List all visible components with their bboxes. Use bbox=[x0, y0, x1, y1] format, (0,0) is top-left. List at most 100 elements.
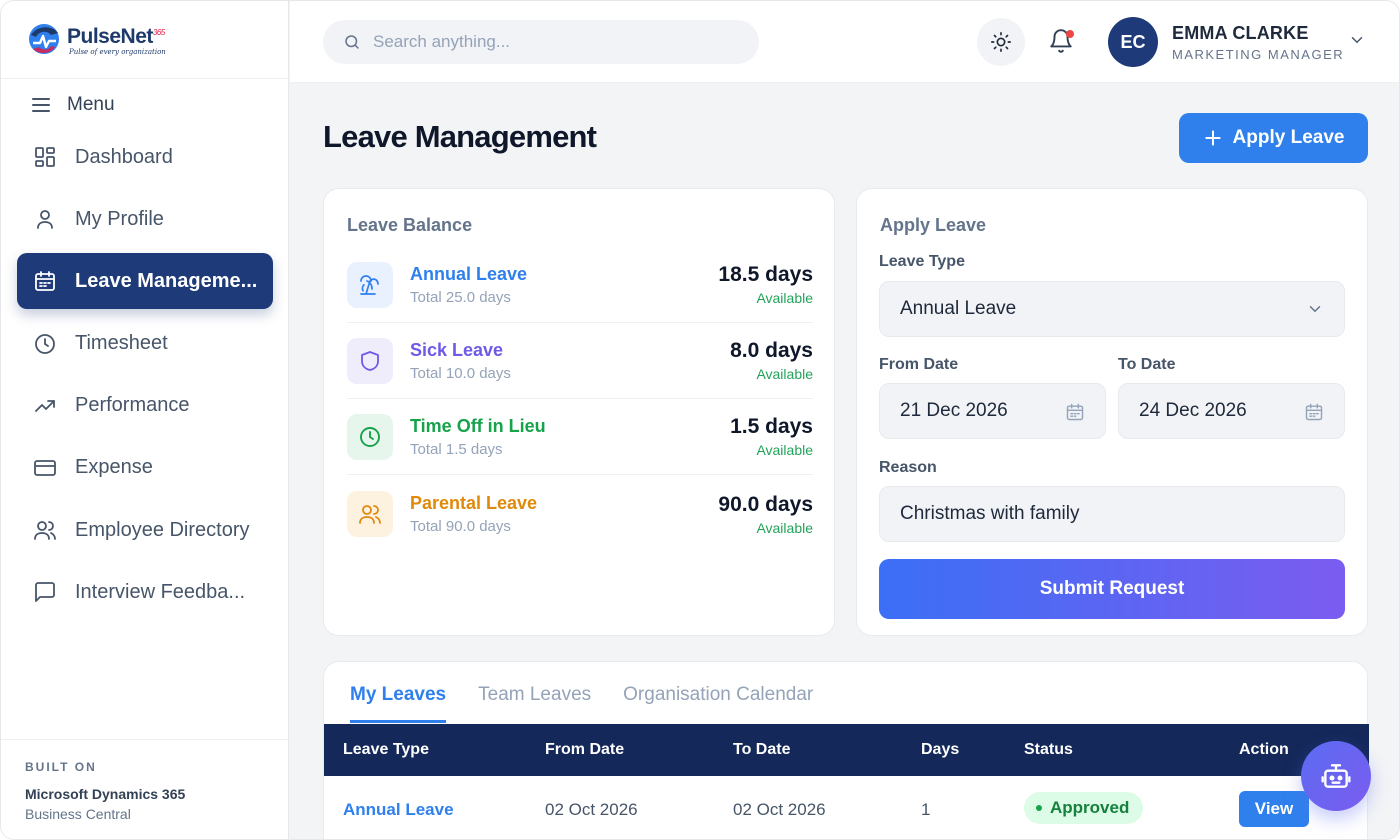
dashboard-icon bbox=[35, 147, 55, 167]
leave-days-remaining: 8.0 days bbox=[730, 339, 813, 362]
theme-toggle-button[interactable] bbox=[977, 18, 1025, 66]
shield-icon bbox=[361, 350, 379, 371]
tab-my-leaves[interactable]: My Leaves bbox=[350, 684, 447, 723]
leave-type-name[interactable]: Time Off in Lieu bbox=[410, 416, 730, 437]
tab-team-leaves[interactable]: Team Leaves bbox=[478, 684, 591, 723]
sidebar-item-dashboard[interactable]: Dashboard bbox=[17, 129, 273, 185]
column-header-to-date: To Date bbox=[733, 741, 791, 758]
search-input[interactable] bbox=[373, 32, 743, 52]
calendar-icon bbox=[35, 271, 55, 292]
column-header-status: Status bbox=[1024, 741, 1073, 758]
sidebar-item-label: Expense bbox=[75, 456, 153, 479]
plus-icon bbox=[1204, 130, 1221, 146]
users-icon bbox=[34, 521, 56, 541]
clock-icon bbox=[360, 426, 380, 447]
reason-label: Reason bbox=[879, 459, 937, 476]
tab-organisation-calendar[interactable]: Organisation Calendar bbox=[623, 684, 813, 723]
chevron-down-icon[interactable] bbox=[1348, 31, 1366, 49]
sidebar-item-label: Dashboard bbox=[75, 145, 173, 168]
row-leave-type[interactable]: Annual Leave bbox=[343, 800, 454, 820]
built-on-product: Microsoft Dynamics 365 bbox=[25, 786, 186, 802]
leave-type-name[interactable]: Sick Leave bbox=[410, 340, 730, 361]
leave-type-icon-box bbox=[347, 413, 393, 460]
leaves-table-card: My Leaves Team Leaves Organisation Calen… bbox=[323, 661, 1369, 839]
bot-icon bbox=[1321, 764, 1351, 788]
leave-type-name[interactable]: Annual Leave bbox=[410, 264, 718, 285]
leave-type-select[interactable]: Annual Leave bbox=[879, 281, 1345, 337]
leave-balance-row: Sick Leave Total 10.0 days 8.0 days Avai… bbox=[347, 323, 813, 399]
assistant-chat-button[interactable] bbox=[1301, 741, 1371, 811]
clock-icon bbox=[35, 333, 55, 354]
column-header-days: Days bbox=[921, 741, 960, 758]
search-icon bbox=[345, 35, 359, 49]
menu-toggle[interactable]: Menu bbox=[31, 91, 115, 119]
leave-balance-card: Leave Balance Annual Leave Total 25.0 da… bbox=[323, 188, 835, 636]
row-to-date: 02 Oct 2026 bbox=[733, 800, 826, 819]
page-title: Leave Management bbox=[323, 119, 597, 154]
leave-availability: Available bbox=[756, 290, 813, 306]
calendar-icon[interactable] bbox=[1304, 402, 1324, 422]
leave-balance-row: Annual Leave Total 25.0 days 18.5 days A… bbox=[347, 247, 813, 323]
notifications-button[interactable] bbox=[1048, 28, 1076, 56]
sidebar-item-timesheet[interactable]: Timesheet bbox=[17, 316, 273, 372]
leave-days-remaining: 18.5 days bbox=[718, 263, 813, 286]
calendar-icon[interactable] bbox=[1065, 402, 1085, 422]
view-button[interactable]: View bbox=[1239, 791, 1309, 827]
apply-leave-button[interactable]: Apply Leave bbox=[1179, 113, 1368, 163]
from-date-value: 21 Dec 2026 bbox=[900, 400, 1008, 421]
submit-request-button[interactable]: Submit Request bbox=[879, 559, 1345, 619]
leave-balance-row: Parental Leave Total 90.0 days 90.0 days… bbox=[347, 476, 813, 552]
brand-logo[interactable]: PulseNet365 Pulse of every organization bbox=[25, 19, 166, 59]
sidebar-item-label: Performance bbox=[75, 394, 190, 417]
from-date-field[interactable]: 21 Dec 2026 bbox=[879, 383, 1106, 439]
sidebar-item-employee-directory[interactable]: Employee Directory bbox=[17, 502, 273, 558]
leave-type-label: Leave Type bbox=[879, 253, 965, 270]
brand-name: PulseNet365 bbox=[67, 25, 165, 48]
leave-days-remaining: 1.5 days bbox=[730, 415, 813, 438]
search-box[interactable] bbox=[323, 20, 759, 64]
topbar: EC EMMA CLARKE MARKETING MANAGER bbox=[290, 1, 1399, 83]
leave-type-value: Annual Leave bbox=[900, 298, 1017, 319]
sidebar-item-interview-feedback[interactable]: Interview Feedba... bbox=[17, 564, 273, 620]
notification-dot bbox=[1066, 30, 1074, 38]
leave-type-total: Total 1.5 days bbox=[410, 440, 503, 458]
built-on-label: BUILT ON bbox=[25, 760, 97, 774]
pulsenet-logo-icon bbox=[29, 24, 59, 54]
sidebar-item-performance[interactable]: Performance bbox=[17, 378, 273, 434]
sun-icon bbox=[991, 32, 1011, 52]
sidebar-item-label: Leave Manageme... bbox=[75, 269, 258, 292]
message-square-icon bbox=[35, 582, 55, 603]
status-label: Approved bbox=[1050, 798, 1130, 817]
avatar: EC bbox=[1108, 17, 1158, 67]
leave-type-icon-box bbox=[347, 491, 393, 537]
status-dot bbox=[1036, 805, 1042, 811]
users-icon bbox=[359, 505, 381, 524]
reason-field[interactable]: Christmas with family bbox=[879, 486, 1345, 542]
leave-type-name[interactable]: Parental Leave bbox=[410, 493, 718, 514]
sidebar-item-label: Employee Directory bbox=[75, 518, 250, 541]
sidebar-item-label: My Profile bbox=[75, 207, 164, 230]
sidebar-nav: Dashboard My Profile Leave Manageme... T… bbox=[17, 129, 273, 627]
leave-days-remaining: 90.0 days bbox=[718, 492, 813, 516]
column-header-action: Action bbox=[1239, 741, 1289, 758]
to-date-value: 24 Dec 2026 bbox=[1139, 400, 1247, 421]
sidebar-item-label: Interview Feedba... bbox=[75, 580, 246, 603]
user-icon bbox=[37, 210, 53, 230]
menu-label: Menu bbox=[67, 94, 115, 115]
leave-type-total: Total 90.0 days bbox=[410, 518, 511, 535]
sidebar-item-expense[interactable]: Expense bbox=[17, 440, 273, 496]
apply-leave-title: Apply Leave bbox=[880, 215, 987, 235]
leave-tabs: My Leaves Team Leaves Organisation Calen… bbox=[350, 684, 813, 723]
reason-value: Christmas with family bbox=[900, 503, 1080, 524]
to-date-label: To Date bbox=[1118, 356, 1176, 373]
to-date-field[interactable]: 24 Dec 2026 bbox=[1118, 383, 1345, 439]
leave-type-total: Total 25.0 days bbox=[410, 288, 511, 306]
row-from-date: 02 Oct 2026 bbox=[545, 800, 638, 819]
sidebar-item-label: Timesheet bbox=[75, 332, 168, 355]
chevron-down-icon bbox=[1309, 306, 1321, 313]
sidebar: PulseNet365 Pulse of every organization … bbox=[1, 1, 289, 839]
apply-leave-label: Apply Leave bbox=[1232, 127, 1345, 148]
sidebar-item-leave-management[interactable]: Leave Manageme... bbox=[17, 253, 273, 310]
user-menu[interactable]: EC EMMA CLARKE MARKETING MANAGER bbox=[1108, 17, 1344, 67]
sidebar-item-my-profile[interactable]: My Profile bbox=[17, 191, 273, 247]
